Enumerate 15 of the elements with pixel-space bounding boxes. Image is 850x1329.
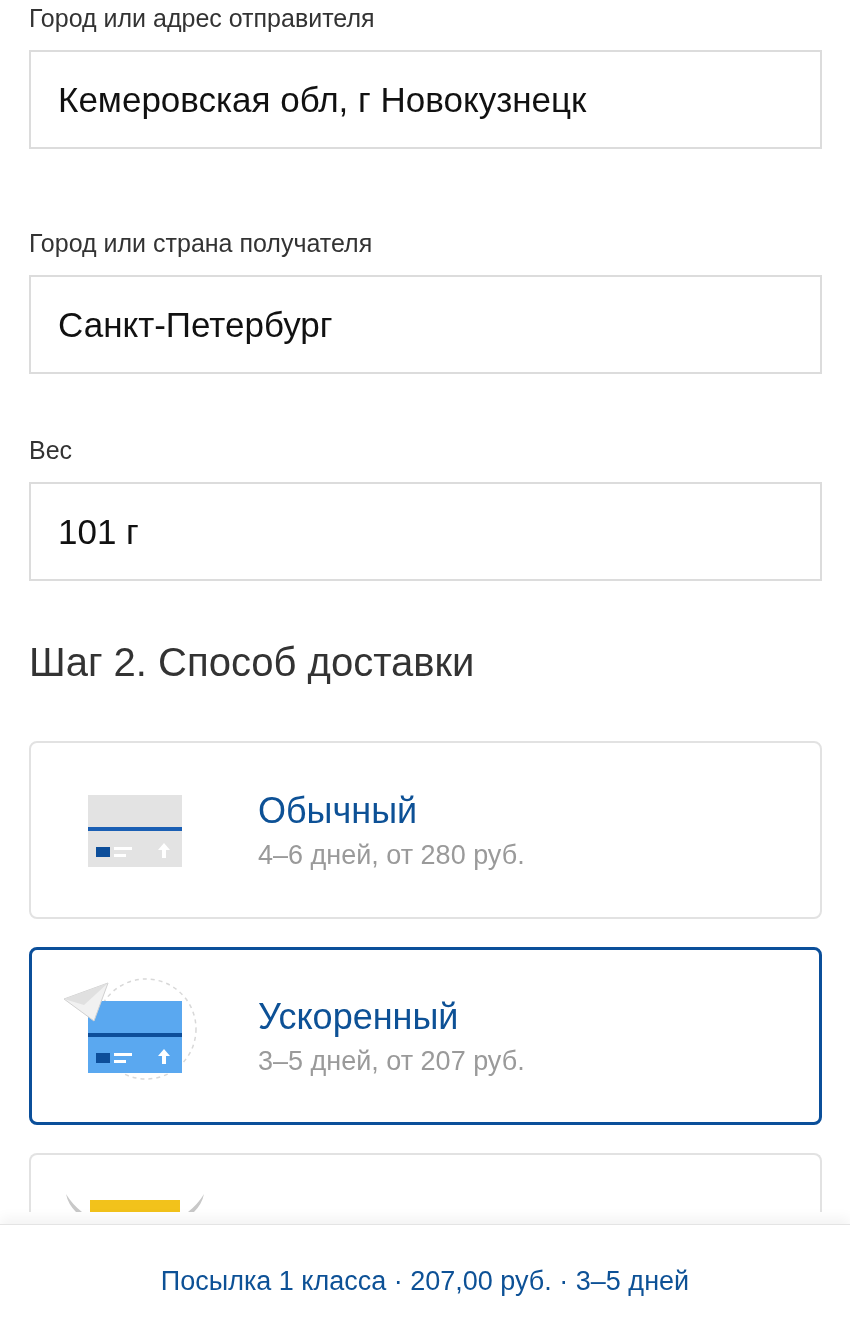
delivery-option-card[interactable] bbox=[29, 1153, 822, 1212]
option-title: Обычный bbox=[258, 789, 419, 833]
field-label: Вес bbox=[29, 435, 74, 465]
input-field[interactable]: Санкт-Петербург bbox=[29, 275, 822, 374]
summary-link[interactable]: Посылка 1 класса · 207,00 руб. · 3–5 дней bbox=[160, 1265, 690, 1297]
delivery-option-card[interactable]: Обычный 4–6 дней, от 280 руб. bbox=[29, 741, 822, 919]
field-label: Город или адрес отправителя bbox=[29, 3, 376, 33]
field-label: Город или страна получателя bbox=[29, 228, 374, 258]
delivery-option-card[interactable]: Ускоренный 3–5 дней, от 207 руб. bbox=[29, 947, 822, 1125]
option-details: 3–5 дней, от 207 руб. bbox=[258, 1045, 525, 1077]
option-details: 4–6 дней, от 280 руб. bbox=[258, 839, 525, 871]
input-field[interactable]: Кемеровская обл, г Новокузнецк bbox=[29, 50, 822, 149]
input-field[interactable]: 101 г bbox=[29, 482, 822, 581]
option-title: Ускоренный bbox=[258, 995, 460, 1039]
section-heading: Шаг 2. Способ доставки bbox=[29, 639, 476, 685]
